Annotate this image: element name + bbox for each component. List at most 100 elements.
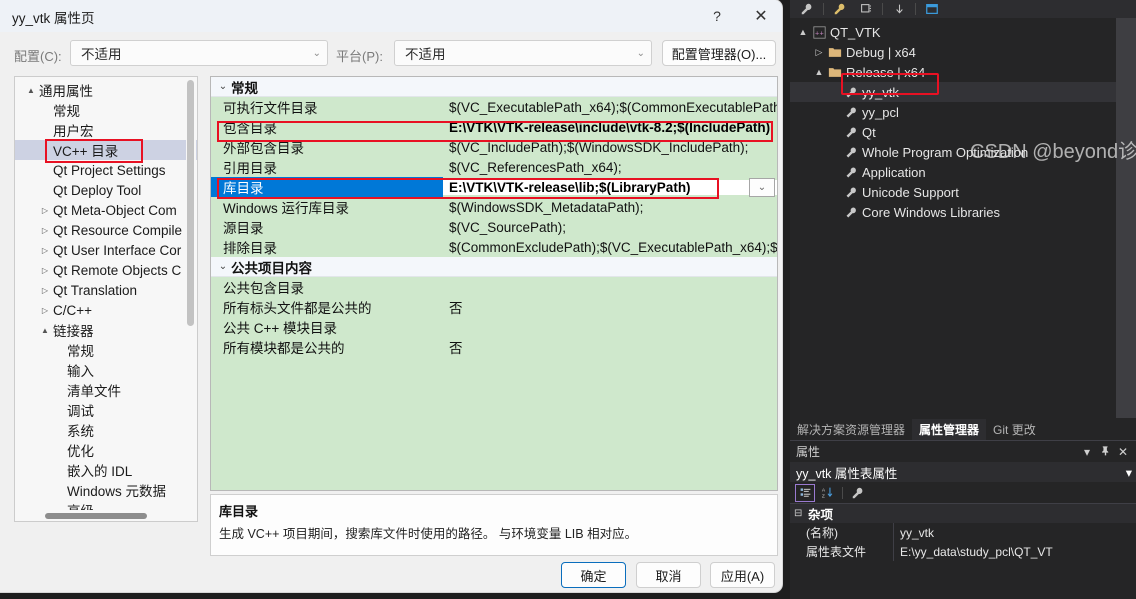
cancel-button[interactable]: 取消 <box>636 562 701 588</box>
tree-horizontal-scroll-thumb[interactable] <box>45 513 147 519</box>
collapse-icon[interactable]: ⊟ <box>794 508 808 519</box>
configuration-manager-button[interactable]: 配置管理器(O)... <box>662 40 776 66</box>
property-grid-row-value[interactable]: $(VC_SourcePath); <box>443 220 777 235</box>
settings-tree-item[interactable]: 清单文件 <box>15 380 198 400</box>
chevron-down-icon[interactable]: ▾ <box>1126 465 1132 480</box>
wrench-icon[interactable] <box>794 0 820 18</box>
solution-explorer-node[interactable]: ▲Release | x64 <box>790 62 1116 82</box>
property-grid-row[interactable]: 公共 C++ 模块目录 <box>211 317 777 337</box>
expander-icon[interactable]: ▷ <box>39 206 51 215</box>
property-grid-row[interactable]: 所有模块都是公共的否 <box>211 337 777 357</box>
help-icon[interactable]: ? <box>705 6 729 26</box>
expander-icon[interactable]: ▷ <box>39 226 51 235</box>
settings-tree-item[interactable]: Qt Project Settings <box>15 160 198 180</box>
expander-icon[interactable]: ▲ <box>796 27 810 37</box>
property-grid-row[interactable]: 所有标头文件都是公共的否 <box>211 297 777 317</box>
property-grid-row[interactable]: 包含目录E:\VTK\VTK-release\include\vtk-8.2;$… <box>211 117 777 137</box>
pin-icon[interactable] <box>1096 445 1114 459</box>
alphabetical-sort-icon[interactable]: AZ <box>817 484 837 502</box>
tree-vertical-scroll-thumb[interactable] <box>187 80 194 326</box>
property-grid-row-value[interactable]: $(VC_IncludePath);$(WindowsSDK_IncludePa… <box>443 140 777 155</box>
bottom-tab[interactable]: 解决方案资源管理器 <box>790 419 912 440</box>
settings-tree-item[interactable]: 常规 <box>15 100 198 120</box>
settings-tree-item[interactable]: ▷Qt User Interface Cor <box>15 240 198 260</box>
settings-tree-panel[interactable]: ▲通用属性常规用户宏VC++ 目录Qt Project SettingsQt D… <box>14 76 198 522</box>
ok-button[interactable]: 确定 <box>561 562 626 588</box>
solution-explorer-scrollbar[interactable] <box>1116 18 1136 418</box>
settings-tree-item[interactable]: Windows 元数据 <box>15 480 198 500</box>
chevron-down-icon[interactable]: ⌄ <box>215 81 231 92</box>
settings-tree-item[interactable]: ▷Qt Resource Compile <box>15 220 198 240</box>
solution-explorer-node[interactable]: Unicode Support <box>790 182 1116 202</box>
down-arrow-icon[interactable] <box>886 0 912 18</box>
property-grid-row-value[interactable]: E:\VTK\VTK-release\include\vtk-8.2;$(Inc… <box>443 120 777 135</box>
settings-tree-item[interactable]: 输入 <box>15 360 198 380</box>
settings-tree-item[interactable]: 用户宏 <box>15 120 198 140</box>
property-grid-row[interactable]: 公共包含目录 <box>211 277 777 297</box>
close-icon[interactable]: ✕ <box>1114 445 1132 459</box>
settings-tree-item[interactable]: ▲通用属性 <box>15 80 198 100</box>
property-pages-wrench-icon[interactable] <box>848 484 868 502</box>
settings-tree-item[interactable]: ▲链接器 <box>15 320 198 340</box>
settings-tree-item[interactable]: 调试 <box>15 400 198 420</box>
solution-explorer-tree[interactable]: ▲++QT_VTK▷Debug | x64▲Release | x64yy_vt… <box>790 18 1116 418</box>
solution-explorer-node[interactable]: ▷Debug | x64 <box>790 42 1116 62</box>
wrench-add-icon[interactable] <box>827 0 853 18</box>
settings-tree-item[interactable]: 系统 <box>15 420 198 440</box>
property-grid-category[interactable]: ⌄公共项目内容 <box>211 257 777 277</box>
close-icon[interactable]: ✕ <box>748 5 774 27</box>
chevron-down-icon[interactable]: ⌄ <box>215 261 231 272</box>
property-grid-row-value[interactable]: $(VC_ReferencesPath_x64); <box>443 160 777 175</box>
chevron-down-icon[interactable]: ▾ <box>1078 445 1096 459</box>
properties-category[interactable]: ⊟ 杂项 <box>790 504 1136 523</box>
solution-explorer-node[interactable]: ▲++QT_VTK <box>790 22 1116 42</box>
property-grid-row-value[interactable]: 否 <box>443 297 777 317</box>
bottom-tab[interactable]: 属性管理器 <box>912 419 986 440</box>
configuration-combobox[interactable]: 不适用 ⌄ <box>70 40 328 66</box>
bottom-tab[interactable]: Git 更改 <box>986 419 1043 440</box>
expander-icon[interactable]: ▷ <box>39 286 51 295</box>
settings-tree-item[interactable]: VC++ 目录 <box>15 140 198 160</box>
solution-explorer-node[interactable]: Application <box>790 162 1116 182</box>
properties-row[interactable]: (名称)yy_vtk <box>790 523 1136 542</box>
settings-tree-item[interactable]: ▷C/C++ <box>15 300 198 320</box>
categorized-view-icon[interactable] <box>795 484 815 502</box>
property-grid-row-value[interactable]: $(CommonExcludePath);$(VC_ExecutablePath… <box>443 240 777 255</box>
properties-row[interactable]: 属性表文件E:\yy_data\study_pcl\QT_VT <box>790 542 1136 561</box>
expander-icon[interactable]: ▲ <box>25 86 37 95</box>
property-grid[interactable]: ⌄常规可执行文件目录$(VC_ExecutablePath_x64);$(Com… <box>210 76 778 491</box>
properties-object-selector[interactable]: yy_vtk 属性表属性 ▾ <box>790 462 1136 482</box>
solution-explorer-node[interactable]: Qt <box>790 122 1116 142</box>
apply-button[interactable]: 应用(A) <box>710 562 775 588</box>
property-grid-row[interactable]: 引用目录$(VC_ReferencesPath_x64); <box>211 157 777 177</box>
property-grid-row-value[interactable]: $(VC_ExecutablePath_x64);$(CommonExecuta… <box>443 100 777 115</box>
expander-icon[interactable]: ▷ <box>39 306 51 315</box>
tree-vertical-scrollbar[interactable] <box>186 78 196 522</box>
property-grid-row[interactable]: 库目录E:\VTK\VTK-release\lib;$(LibraryPath) <box>211 177 777 197</box>
property-grid-row-value[interactable]: $(WindowsSDK_MetadataPath); <box>443 200 777 215</box>
settings-tree-item[interactable]: ▷Qt Meta-Object Com <box>15 200 198 220</box>
platform-combobox[interactable]: 不适用 ⌄ <box>394 40 652 66</box>
property-grid-row[interactable]: 外部包含目录$(VC_IncludePath);$(WindowsSDK_Inc… <box>211 137 777 157</box>
solution-explorer-node[interactable]: Core Windows Libraries <box>790 202 1116 222</box>
expander-icon[interactable]: ▲ <box>812 67 826 77</box>
property-grid-row[interactable]: Windows 运行库目录$(WindowsSDK_MetadataPath); <box>211 197 777 217</box>
settings-tree-item[interactable]: 嵌入的 IDL <box>15 460 198 480</box>
settings-tree-item[interactable]: ▷Qt Remote Objects C <box>15 260 198 280</box>
settings-tree-item[interactable]: ▷Qt Translation <box>15 280 198 300</box>
properties-row-value[interactable]: E:\yy_data\study_pcl\QT_VT <box>894 545 1053 559</box>
new-sheet-icon[interactable] <box>853 0 879 18</box>
expander-icon[interactable]: ▲ <box>39 326 51 335</box>
property-grid-category[interactable]: ⌄常规 <box>211 77 777 97</box>
solution-explorer-node[interactable]: yy_pcl <box>790 102 1116 122</box>
chevron-down-icon[interactable]: ⌄ <box>637 48 645 59</box>
chevron-down-icon[interactable]: ⌄ <box>313 48 321 59</box>
settings-tree-item[interactable]: 优化 <box>15 440 198 460</box>
expander-icon[interactable]: ▷ <box>39 266 51 275</box>
properties-row-value[interactable]: yy_vtk <box>894 526 934 540</box>
window-icon[interactable] <box>919 0 945 18</box>
library-directories-dropdown-button[interactable]: ⌄ <box>749 178 775 197</box>
solution-explorer-node[interactable]: yy_vtk <box>790 82 1116 102</box>
settings-tree-item[interactable]: 常规 <box>15 340 198 360</box>
property-grid-row[interactable]: 排除目录$(CommonExcludePath);$(VC_Executable… <box>211 237 777 257</box>
